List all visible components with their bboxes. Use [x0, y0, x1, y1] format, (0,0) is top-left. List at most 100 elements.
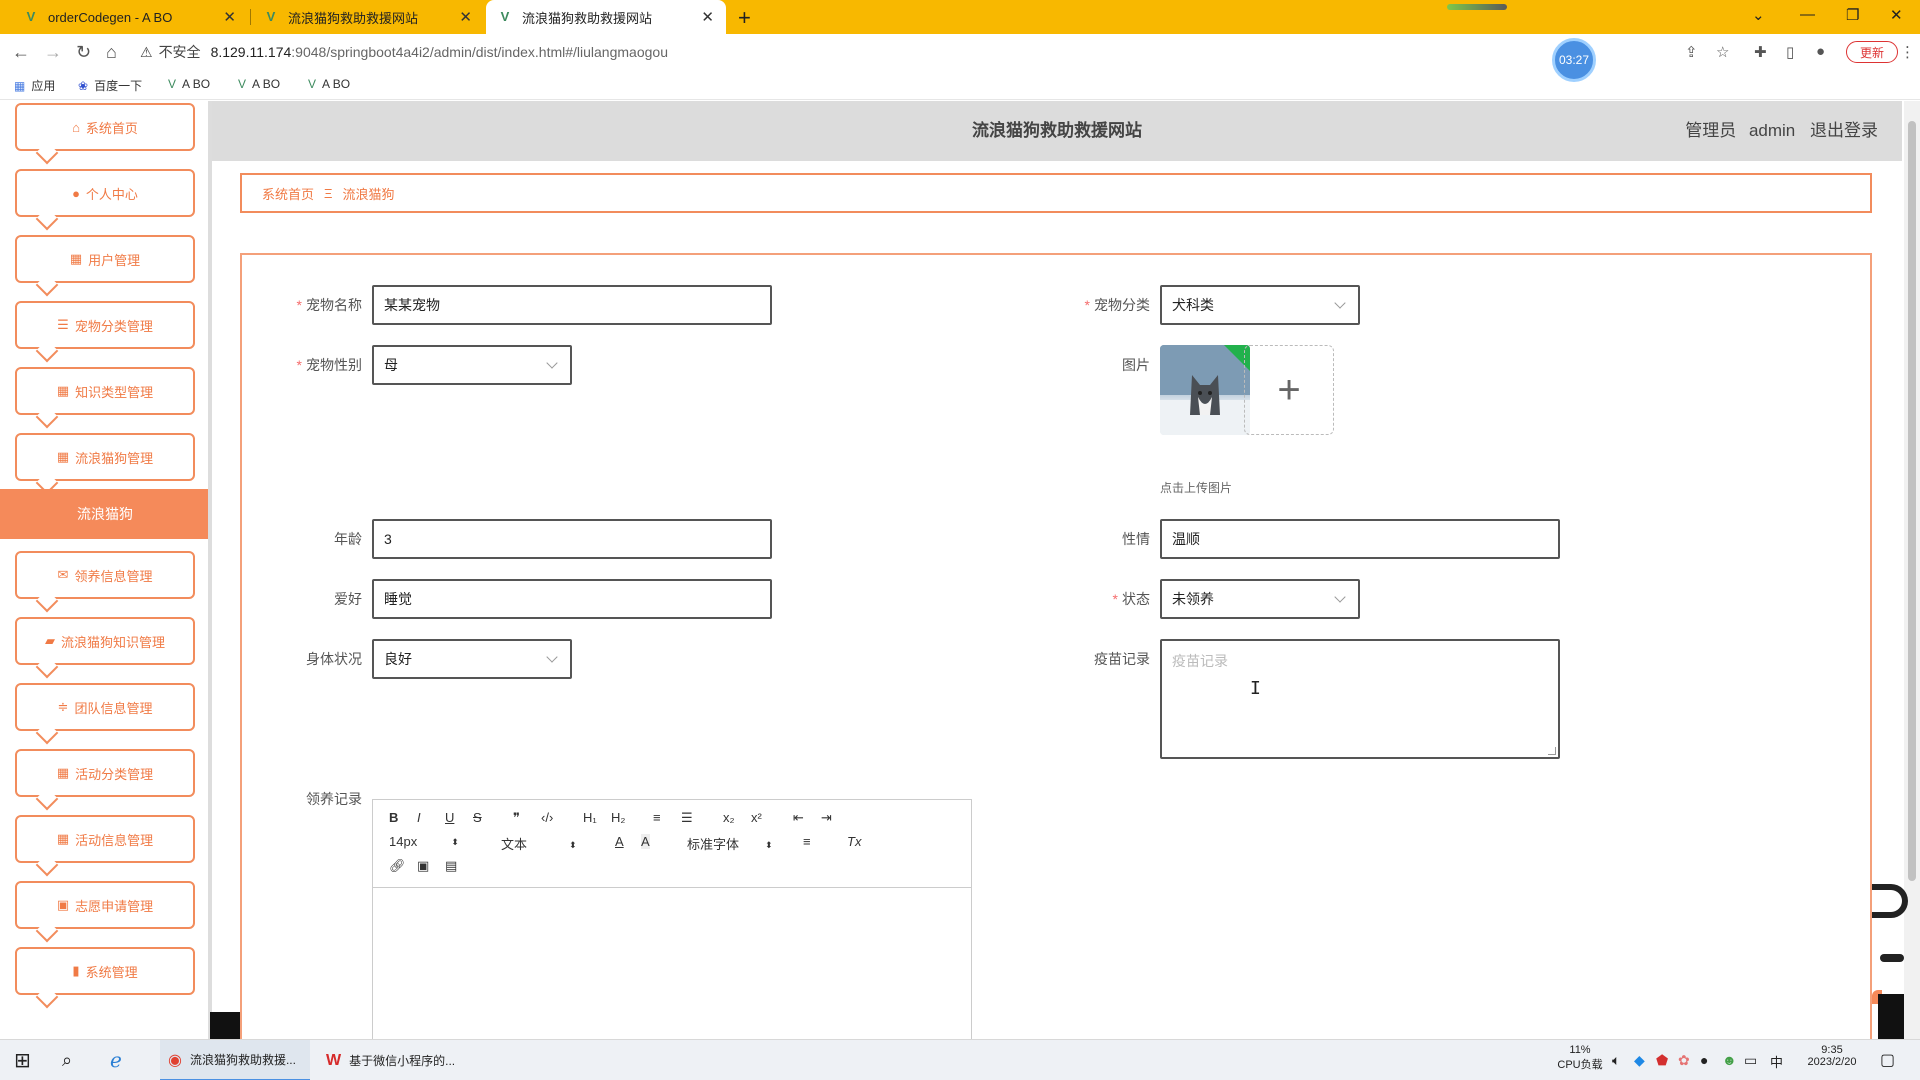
tab-search-icon[interactable]: ⌄ — [1752, 6, 1765, 24]
font-size-select[interactable]: 14px ⬍ — [389, 834, 459, 849]
update-button[interactable]: 更新 — [1846, 41, 1898, 63]
home-icon[interactable]: ⌂ — [106, 42, 117, 63]
reload-icon[interactable]: ↻ — [76, 42, 91, 63]
editor-content-area[interactable] — [373, 888, 971, 1058]
sidebar-item-pet-category[interactable]: ☰ 宠物分类管理 — [15, 301, 195, 349]
taskbar-app-wps[interactable]: W 基于微信小程序的... — [318, 1040, 468, 1080]
sidebar-item-knowledge-type[interactable]: ▦ 知识类型管理 — [15, 367, 195, 415]
pet-category-select[interactable]: 犬科类 — [1160, 285, 1360, 325]
qq-icon[interactable]: ● — [1700, 1052, 1708, 1068]
pet-gender-select[interactable]: 母 — [372, 345, 572, 385]
close-tab-icon[interactable]: ✕ — [459, 8, 472, 26]
hobby-input[interactable]: 睡觉 — [372, 579, 772, 619]
share-icon[interactable]: ⇪ — [1685, 43, 1698, 61]
strike-button[interactable]: S — [473, 810, 482, 825]
sidebar-item-stray-management[interactable]: ▦ 流浪猫狗管理 — [15, 433, 195, 481]
temperament-input[interactable]: 温顺 — [1160, 519, 1560, 559]
sidebar-item-activity-info[interactable]: ▦ 活动信息管理 — [15, 815, 195, 863]
sidebar-item-system[interactable]: ▮ 系统管理 — [15, 947, 195, 995]
subscript-button[interactable]: x₂ — [723, 810, 735, 825]
network-icon[interactable]: ◆ — [1634, 1052, 1645, 1069]
minimize-button[interactable]: — — [1800, 6, 1815, 23]
sidepanel-icon[interactable]: ▯ — [1786, 43, 1794, 61]
profile-icon[interactable]: ● — [1816, 43, 1825, 60]
display-icon[interactable]: ▭ — [1744, 1052, 1757, 1069]
align-button[interactable]: ≡ — [803, 834, 811, 849]
sidebar-subitem-stray-active[interactable]: 流浪猫狗 — [0, 489, 210, 539]
ime-indicator[interactable]: 中 — [1770, 1052, 1783, 1071]
superscript-button[interactable]: x² — [751, 810, 762, 825]
italic-button[interactable]: I — [417, 810, 421, 825]
sidebar-item-home[interactable]: ⌂ 系统首页 — [15, 103, 195, 151]
resize-grip-icon[interactable] — [1548, 747, 1556, 755]
sidebar-scrollbar[interactable] — [208, 101, 212, 1039]
status-select[interactable]: 未领养 — [1160, 579, 1360, 619]
pet-image-thumbnail[interactable] — [1160, 345, 1250, 435]
scrollbar-thumb[interactable] — [1908, 121, 1916, 881]
taskbar-app-chrome[interactable]: ◉ 流浪猫狗救助救援... — [160, 1040, 310, 1080]
floating-widget-icon[interactable] — [1872, 884, 1908, 918]
close-tab-icon[interactable]: ✕ — [223, 8, 236, 26]
bookmark-abo-1[interactable]: V A BO — [168, 77, 210, 91]
adoption-record-editor[interactable]: B I U S ❞ ‹/› H₁ H₂ ≡ ☰ x₂ x² ⇤ ⇥ 14px ⬍ … — [372, 799, 972, 1059]
star-icon[interactable]: ☆ — [1716, 43, 1729, 61]
sidebar-item-team[interactable]: ≑ 团队信息管理 — [15, 683, 195, 731]
url-field[interactable]: ⚠ 不安全 8.129.11.174 :9048/springboot4a4i2… — [140, 39, 1540, 65]
pet-name-input[interactable]: 某某宠物 — [372, 285, 772, 325]
clean-format-button[interactable]: Tx — [847, 834, 861, 849]
sidebar-item-profile[interactable]: ● 个人中心 — [15, 169, 195, 217]
sidebar-item-volunteer[interactable]: ▣ 志愿申请管理 — [15, 881, 195, 929]
notification-icon[interactable]: ▢ — [1880, 1050, 1895, 1070]
cpu-monitor[interactable]: 11% CPU负载 — [1548, 1044, 1612, 1072]
tray-app-icon[interactable]: ✿ — [1678, 1052, 1690, 1069]
vaccine-textarea[interactable]: 疫苗记录 — [1160, 639, 1560, 759]
indent-button[interactable]: ⇥ — [821, 810, 832, 826]
font-color-button[interactable]: A — [615, 834, 624, 849]
new-tab-button[interactable]: + — [738, 5, 751, 31]
image-upload-button[interactable]: + — [1244, 345, 1334, 435]
bookmark-abo-3[interactable]: V A BO — [308, 77, 350, 91]
h1-button[interactable]: H₁ — [583, 810, 597, 825]
sidebar-item-users[interactable]: ▦ 用户管理 — [15, 235, 195, 283]
more-menu-icon[interactable]: ⋮ — [1900, 43, 1915, 61]
age-input[interactable]: 3 — [372, 519, 772, 559]
underline-button[interactable]: U — [445, 810, 454, 825]
sidebar-item-activity-category[interactable]: ▦ 活动分类管理 — [15, 749, 195, 797]
back-icon[interactable]: ← — [12, 42, 30, 63]
bookmark-apps[interactable]: ▦ 应用 — [14, 77, 55, 94]
blockquote-button[interactable]: ❞ — [513, 810, 520, 826]
clock[interactable]: 9:35 2023/2/20 — [1792, 1044, 1872, 1068]
bullet-list-button[interactable]: ☰ — [681, 810, 693, 826]
h2-button[interactable]: H₂ — [611, 810, 625, 825]
bold-button[interactable]: B — [389, 810, 398, 825]
extensions-icon[interactable]: ✚ — [1754, 43, 1767, 61]
background-color-button[interactable]: A — [641, 834, 650, 849]
browser-tab-1[interactable]: V orderCodegen - A BO ✕ — [12, 0, 248, 34]
outdent-button[interactable]: ⇤ — [793, 810, 804, 826]
browser-tab-2[interactable]: V 流浪猫狗救助救援网站 ✕ — [252, 0, 484, 34]
breadcrumb-home[interactable]: 系统首页 — [262, 184, 314, 203]
restore-button[interactable]: ❐ — [1846, 6, 1859, 24]
bookmark-baidu[interactable]: ❀ 百度一下 — [78, 77, 142, 94]
sidebar-item-adoption[interactable]: ✉ 领养信息管理 — [15, 551, 195, 599]
health-select[interactable]: 良好 — [372, 639, 572, 679]
video-icon[interactable]: ▤ — [445, 858, 457, 874]
bookmark-abo-2[interactable]: V A BO — [238, 77, 280, 91]
header-type-select[interactable]: 文本 ⬍ — [501, 834, 577, 853]
browser-tab-3-active[interactable]: V 流浪猫狗救助救援网站 ✕ — [486, 0, 726, 34]
font-family-select[interactable]: 标准字体 ⬍ — [687, 834, 773, 853]
ordered-list-button[interactable]: ≡ — [653, 810, 661, 825]
search-icon[interactable]: ⌕ — [62, 1040, 72, 1080]
floating-dots-icon[interactable] — [1880, 954, 1904, 962]
windows-start-icon[interactable]: ⊞ — [14, 1040, 31, 1080]
link-icon[interactable]: 🔗︎ — [389, 858, 406, 874]
image-icon[interactable]: ▣ — [417, 858, 429, 874]
sidebar-item-stray-knowledge[interactable]: ▰ 流浪猫狗知识管理 — [15, 617, 195, 665]
security-icon[interactable]: ⬟ — [1656, 1052, 1668, 1069]
volume-icon[interactable]: 🔈︎ — [1612, 1052, 1620, 1069]
ie-browser-icon[interactable]: ℯ — [110, 1040, 122, 1080]
wechat-icon[interactable]: ☻ — [1722, 1052, 1737, 1068]
close-window-button[interactable]: ✕ — [1890, 6, 1903, 24]
recording-timer[interactable]: 03:27 — [1552, 38, 1596, 82]
code-block-button[interactable]: ‹/› — [541, 810, 553, 825]
